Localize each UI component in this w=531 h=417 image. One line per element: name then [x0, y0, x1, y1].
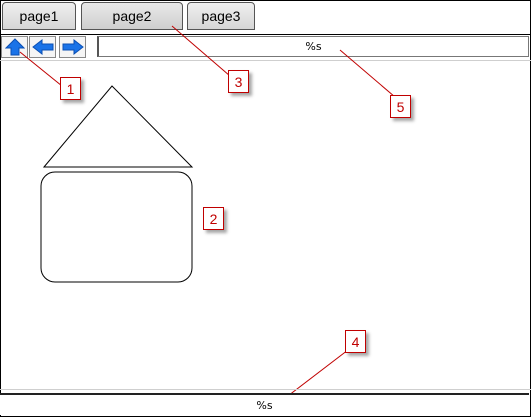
callout-1: 1	[60, 77, 81, 100]
callout-2: 2	[203, 207, 224, 230]
callout-3: 3	[228, 70, 249, 93]
content-canvas	[19, 25, 396, 403]
content-bottom-divider	[0, 389, 531, 390]
callout-line-5	[339, 49, 396, 98]
callout-line-1	[19, 51, 63, 87]
house-body-rectangle	[40, 171, 193, 283]
status-bar: %s	[0, 393, 529, 415]
callout-5: 5	[390, 95, 411, 118]
callout-4: 4	[345, 330, 366, 353]
callout-line-3	[171, 25, 231, 77]
